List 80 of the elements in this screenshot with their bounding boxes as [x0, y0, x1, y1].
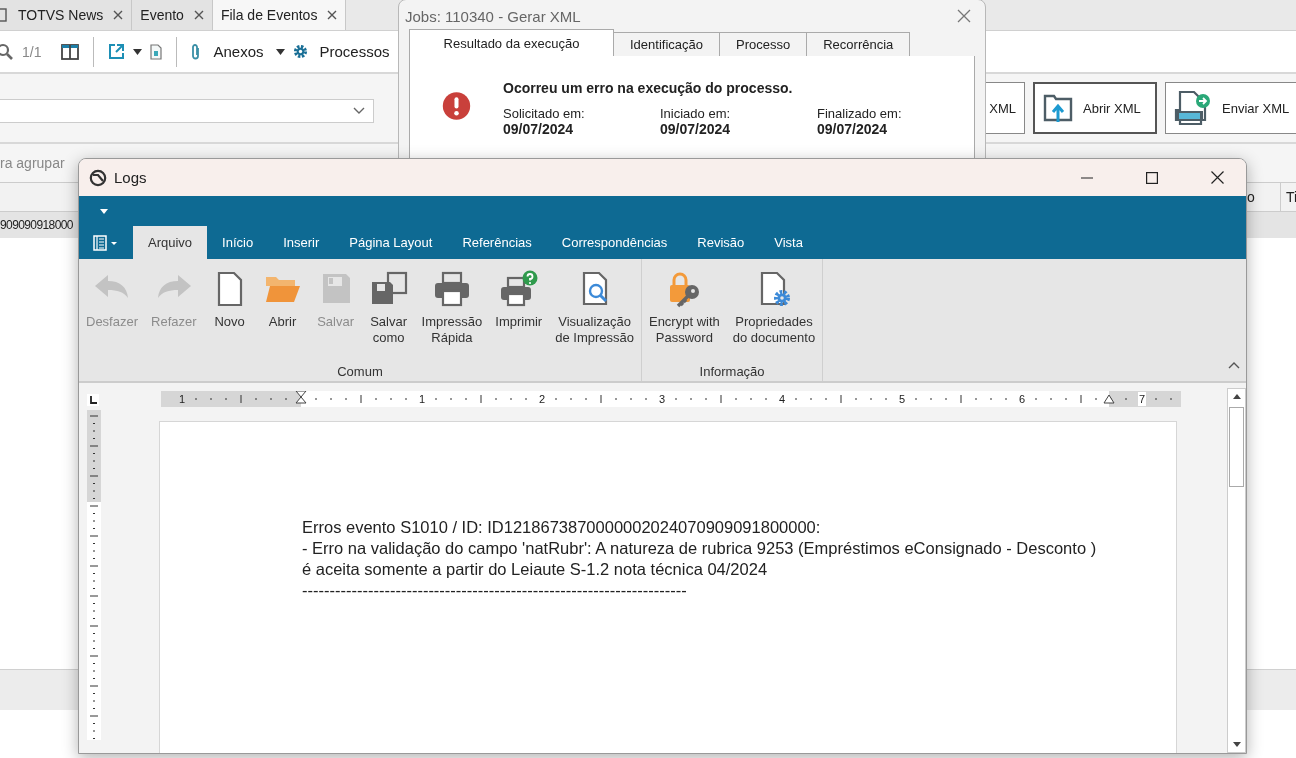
ruler-number: 3 [658, 392, 667, 406]
xml-file-icon [1174, 90, 1212, 126]
export-icon[interactable] [108, 43, 126, 60]
column-header[interactable]: Ti [1281, 189, 1296, 205]
columns-icon[interactable] [61, 42, 80, 61]
app-logo-icon [89, 168, 107, 187]
ribbon-button[interactable]: Impressão Rápida [418, 267, 486, 349]
close-icon [1210, 171, 1224, 184]
date-label: Solicitado em: [503, 106, 586, 121]
ruler-number: 1 [418, 392, 427, 406]
app-tab[interactable]: TOTVS News [0, 0, 133, 30]
ribbon-tab[interactable]: Vista [759, 226, 818, 259]
close-button[interactable] [957, 9, 971, 23]
caret-icon[interactable] [133, 48, 143, 55]
menu-icon[interactable] [93, 234, 119, 251]
collapse-ribbon-button[interactable] [1228, 361, 1240, 369]
right-indent-marker[interactable] [1103, 394, 1115, 404]
date-label: Finalizado em: [817, 106, 903, 121]
error-message: Ocorreu um erro na execução do processo. [503, 80, 794, 96]
ruler-number: 2 [538, 392, 547, 406]
printer-help-icon [498, 270, 539, 308]
ruler-number: 5 [898, 392, 907, 406]
group-label: Informação [699, 364, 765, 379]
maximize-icon [1146, 171, 1158, 184]
ribbon-tab[interactable]: Arquivo [133, 226, 208, 259]
folder-upload-icon [1043, 92, 1073, 124]
ribbon-button[interactable]: Salvar como [365, 267, 412, 349]
date-label: Iniciado em: [660, 106, 732, 121]
ribbon-tab[interactable]: Revisão [682, 226, 760, 259]
window-title: Jobs: 110340 - Gerar XML [405, 7, 581, 25]
ribbon-button[interactable]: Propriedades do documento [729, 267, 819, 349]
window-title: Logs [114, 169, 147, 186]
tab-stop-icon[interactable] [87, 394, 99, 406]
document-icon[interactable] [150, 43, 163, 60]
ribbon-button[interactable]: Novo [206, 267, 253, 333]
action-button[interactable]: Enviar XML [1165, 82, 1296, 134]
date-value: 09/07/2024 [503, 121, 575, 137]
chevron-down-icon [353, 107, 365, 115]
page-count: 1/1 [22, 43, 42, 60]
dialog-tab[interactable]: Resultado da execução [409, 29, 614, 56]
ribbon-tab[interactable]: Inserir [268, 226, 335, 259]
paperclip-icon[interactable] [191, 42, 202, 61]
ribbon-tab[interactable]: Referências [447, 226, 547, 259]
action-button[interactable]: Abrir XML [1033, 82, 1157, 134]
close-icon[interactable] [327, 10, 338, 20]
ribbon-button[interactable]: Imprimir [492, 267, 546, 333]
gear-icon[interactable] [292, 44, 308, 59]
group-label: Comum [337, 364, 383, 379]
caret-icon[interactable] [275, 48, 285, 55]
ruler-number: 6 [1018, 392, 1027, 406]
ribbon-tab[interactable]: Página Layout [334, 226, 448, 259]
date-value: 09/07/2024 [817, 121, 889, 137]
group-hint: ra agrupar [0, 155, 65, 171]
app-tab[interactable]: Evento [132, 0, 213, 30]
document-text-line: ---------------------------------------------------------------------- [302, 580, 688, 601]
close-icon[interactable] [113, 10, 124, 20]
ruler-number: 4 [778, 392, 787, 406]
ruler-number: 7 [1138, 392, 1147, 406]
close-icon[interactable] [193, 10, 204, 20]
scrollbar[interactable] [1227, 388, 1246, 753]
app-tab[interactable]: Fila de Eventos [212, 0, 347, 30]
ruler-number: 1 [178, 392, 187, 406]
processes-button[interactable]: Processos [315, 43, 394, 60]
caret-icon[interactable] [100, 208, 108, 214]
ribbon-button[interactable]: Encrypt with Password [645, 267, 723, 349]
dialog-tab[interactable]: Recorrência [806, 32, 911, 56]
document-text-line: - Erro na validação do campo 'natRubr': A natureza de rubrica 9253 (Empréstimos eConsignado - Desconto ) [302, 538, 1098, 559]
ribbon-tab[interactable]: Correspondências [546, 226, 683, 259]
left-indent-marker[interactable] [295, 391, 307, 404]
attachments-button[interactable]: Anexos [209, 43, 268, 60]
scroll-thumb[interactable] [1229, 407, 1244, 487]
document-text-line: é aceita somente a partir do Leiaute S-1.2 nota técnica 04/2024 [302, 559, 769, 580]
date-value: 09/07/2024 [660, 121, 732, 137]
search-icon[interactable] [0, 42, 14, 61]
ribbon-button[interactable]: Abrir [259, 267, 306, 333]
document-text-line: Erros evento S1010 / ID: ID1218673870000002024070909091800000: [302, 517, 822, 538]
table-cell: 909090918000 [0, 218, 73, 232]
dropdown-field[interactable] [0, 99, 374, 123]
ribbon-button[interactable]: Visualização de Impressão [552, 267, 637, 349]
ribbon-tab[interactable]: Início [207, 226, 269, 259]
